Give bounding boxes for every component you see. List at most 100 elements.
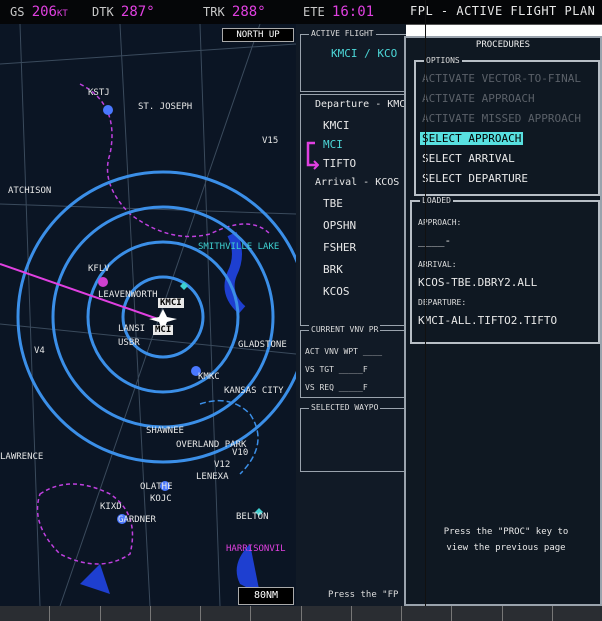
active-flight-plan-panel: ACTIVE FLIGHT KMCI / KCO Departure - KMC…: [296, 24, 406, 606]
map-label-kansas-city: KANSAS CITY: [224, 386, 284, 396]
airway-label: V15: [262, 136, 279, 146]
map-label-belton: BELTON: [236, 512, 269, 522]
airway-label-4: V4: [34, 346, 45, 356]
map-label-kstj: KSTJ: [88, 88, 110, 98]
north-up-indicator[interactable]: NORTH UP: [222, 28, 294, 42]
options-box: OPTIONS ACTIVATE VECTOR-TO-FINAL ACTIVAT…: [414, 56, 600, 196]
proc-note-line-1: Press the "PROC" key to: [443, 527, 569, 537]
map-label-olathe: OLATHE: [140, 482, 173, 492]
vnv-row-2: VS TGT _____F: [305, 365, 368, 374]
map-label-usbr: USBR: [118, 338, 140, 348]
softkey-5[interactable]: [201, 606, 252, 621]
flight-plan-list: Departure - KMC KMCI MCI TIFTO Arrival -…: [300, 94, 406, 326]
map-label-gardner: GARDNER: [118, 515, 156, 525]
vnv-title: CURRENT VNV PR: [309, 325, 381, 334]
arrival-label: ARRIVAL:: [418, 260, 457, 269]
page-title: FPL - ACTIVE FLIGHT PLAN: [410, 4, 596, 18]
active-flight-title: ACTIVE FLIGHT: [309, 29, 376, 38]
map-label-mci: MCI: [153, 325, 174, 335]
dtk-field: DTK 287°: [92, 4, 155, 20]
trk-value: 288°: [231, 4, 266, 20]
gs-unit: KT: [56, 9, 68, 19]
loaded-procedures-box: LOADED APPROACH: ____- ARRIVAL: KCOS-TBE…: [410, 196, 600, 344]
select-arrival-option[interactable]: SELECT ARRIVAL: [422, 152, 515, 165]
vnv-row-3: VS REQ _____F: [305, 383, 368, 392]
select-approach-option[interactable]: SELECT APPROACH: [420, 132, 524, 145]
softkey-7[interactable]: [302, 606, 352, 621]
map-label-kojc: KOJC: [150, 494, 172, 504]
map-label-lansing: LANSI: [118, 324, 146, 334]
arrival-header: Arrival - KCOS: [315, 177, 400, 188]
softkey-8[interactable]: [352, 606, 402, 621]
procedures-window: PROCEDURES OPTIONS ACTIVATE VECTOR-TO-FI…: [404, 36, 602, 606]
current-vnv-profile-box: CURRENT VNV PR ACT VNV WPT ____ VS TGT _…: [300, 325, 406, 398]
arrival-wpt-2[interactable]: OPSHN: [323, 219, 356, 232]
map-label-kflv: KFLV: [88, 264, 110, 274]
softkey-6[interactable]: [251, 606, 302, 621]
trk-field: TRK 288°: [203, 4, 266, 20]
departure-wpt-2[interactable]: MCI: [323, 138, 343, 151]
status-bar: GS 206KT DTK 287° TRK 288° ETE 16:01 FPL…: [0, 0, 602, 25]
airport-kstj-icon: [103, 105, 113, 115]
departure-value: KMCI-ALL.TIFTO2.TIFTO: [418, 314, 558, 327]
softkey-11[interactable]: [503, 606, 553, 621]
route-text: KMCI / KCO: [331, 47, 398, 60]
lake-shape-2: [80, 564, 110, 594]
airway-label-2: V12: [214, 460, 231, 470]
airport-kflv-icon: [98, 277, 108, 287]
proc-note-line-2: view the previous page: [446, 543, 566, 553]
map-label-st-joseph: ST. JOSEPH: [138, 102, 193, 112]
departure-wpt-1[interactable]: KMCI: [323, 119, 350, 132]
arrival-value: KCOS-TBE.DBRY2.ALL: [418, 276, 538, 289]
approach-value: ____-: [418, 234, 452, 247]
arrival-wpt-4[interactable]: BRK: [323, 263, 343, 276]
map-label-leavenworth: LEAVENWORTH: [98, 290, 158, 300]
softkey-10[interactable]: [452, 606, 503, 621]
map-label-lenexa: LENEXA: [196, 472, 229, 482]
arrival-wpt-3[interactable]: FSHER: [323, 241, 356, 254]
departure-header: Departure - KMC: [315, 99, 406, 110]
softkey-2[interactable]: [50, 606, 101, 621]
map-label-atchison: ATCHISON: [8, 186, 52, 196]
map-label-kmkc: KMKC: [198, 372, 220, 382]
proc-key-note: Press the "PROC" key to view the previou…: [426, 524, 586, 556]
options-title: OPTIONS: [424, 56, 462, 65]
airway-label-3: V10: [232, 448, 249, 458]
softkey-4[interactable]: [151, 606, 201, 621]
map-label-kixd: KIXD: [100, 502, 122, 512]
vnv-row-1: ACT VNV WPT ____: [305, 347, 383, 356]
softkey-1[interactable]: [0, 606, 51, 621]
arrival-wpt-5[interactable]: KCOS: [323, 285, 350, 298]
map-range[interactable]: 80NM: [238, 587, 294, 605]
dtk-value: 287°: [120, 4, 155, 20]
active-flight-box: ACTIVE FLIGHT KMCI / KCO: [300, 29, 406, 92]
arrival-wpt-1[interactable]: TBE: [323, 197, 343, 210]
activate-approach-option[interactable]: ACTIVATE APPROACH: [422, 92, 535, 105]
selected-waypoint-box: SELECTED WAYPO: [300, 403, 406, 472]
gs-value: 206: [31, 4, 57, 20]
softkey-12[interactable]: [553, 606, 602, 621]
activate-vector-to-final-option[interactable]: ACTIVATE VECTOR-TO-FINAL: [422, 72, 581, 85]
ete-value: 16:01: [331, 4, 375, 20]
softkey-bar: [0, 606, 602, 621]
map-label-gladstone: GLADSTONE: [238, 340, 287, 350]
departure-wpt-3[interactable]: TIFTO: [323, 157, 356, 170]
softkey-9[interactable]: [402, 606, 453, 621]
active-leg-arrow-icon: [306, 141, 319, 170]
map-label-smithville: SMITHVILLE LAKE: [198, 242, 280, 252]
map-label-kmci: KMCI: [158, 298, 184, 308]
fpl-bottom-note: Press the "FP: [328, 590, 399, 600]
activate-missed-approach-option[interactable]: ACTIVATE MISSED APPROACH: [422, 112, 581, 125]
navigation-map[interactable]: NORTH UP KSTJ ST. JOSEPH ATCHISON KFLV L…: [0, 24, 296, 606]
gs-field: GS 206KT: [10, 4, 68, 20]
range-ring-4: [16, 170, 296, 464]
selected-waypoint-title: SELECTED WAYPO: [309, 403, 381, 412]
softkey-3[interactable]: [101, 606, 151, 621]
map-label-shawnee: SHAWNEE: [146, 426, 184, 436]
select-departure-option[interactable]: SELECT DEPARTURE: [422, 172, 528, 185]
procedures-title: PROCEDURES: [475, 40, 531, 50]
ete-field: ETE 16:01: [303, 4, 375, 20]
callout-line: [425, 0, 426, 621]
map-label-harrisonville: HARRISONVIL: [226, 544, 286, 554]
map-label-lawrence: LAWRENCE: [0, 452, 44, 462]
